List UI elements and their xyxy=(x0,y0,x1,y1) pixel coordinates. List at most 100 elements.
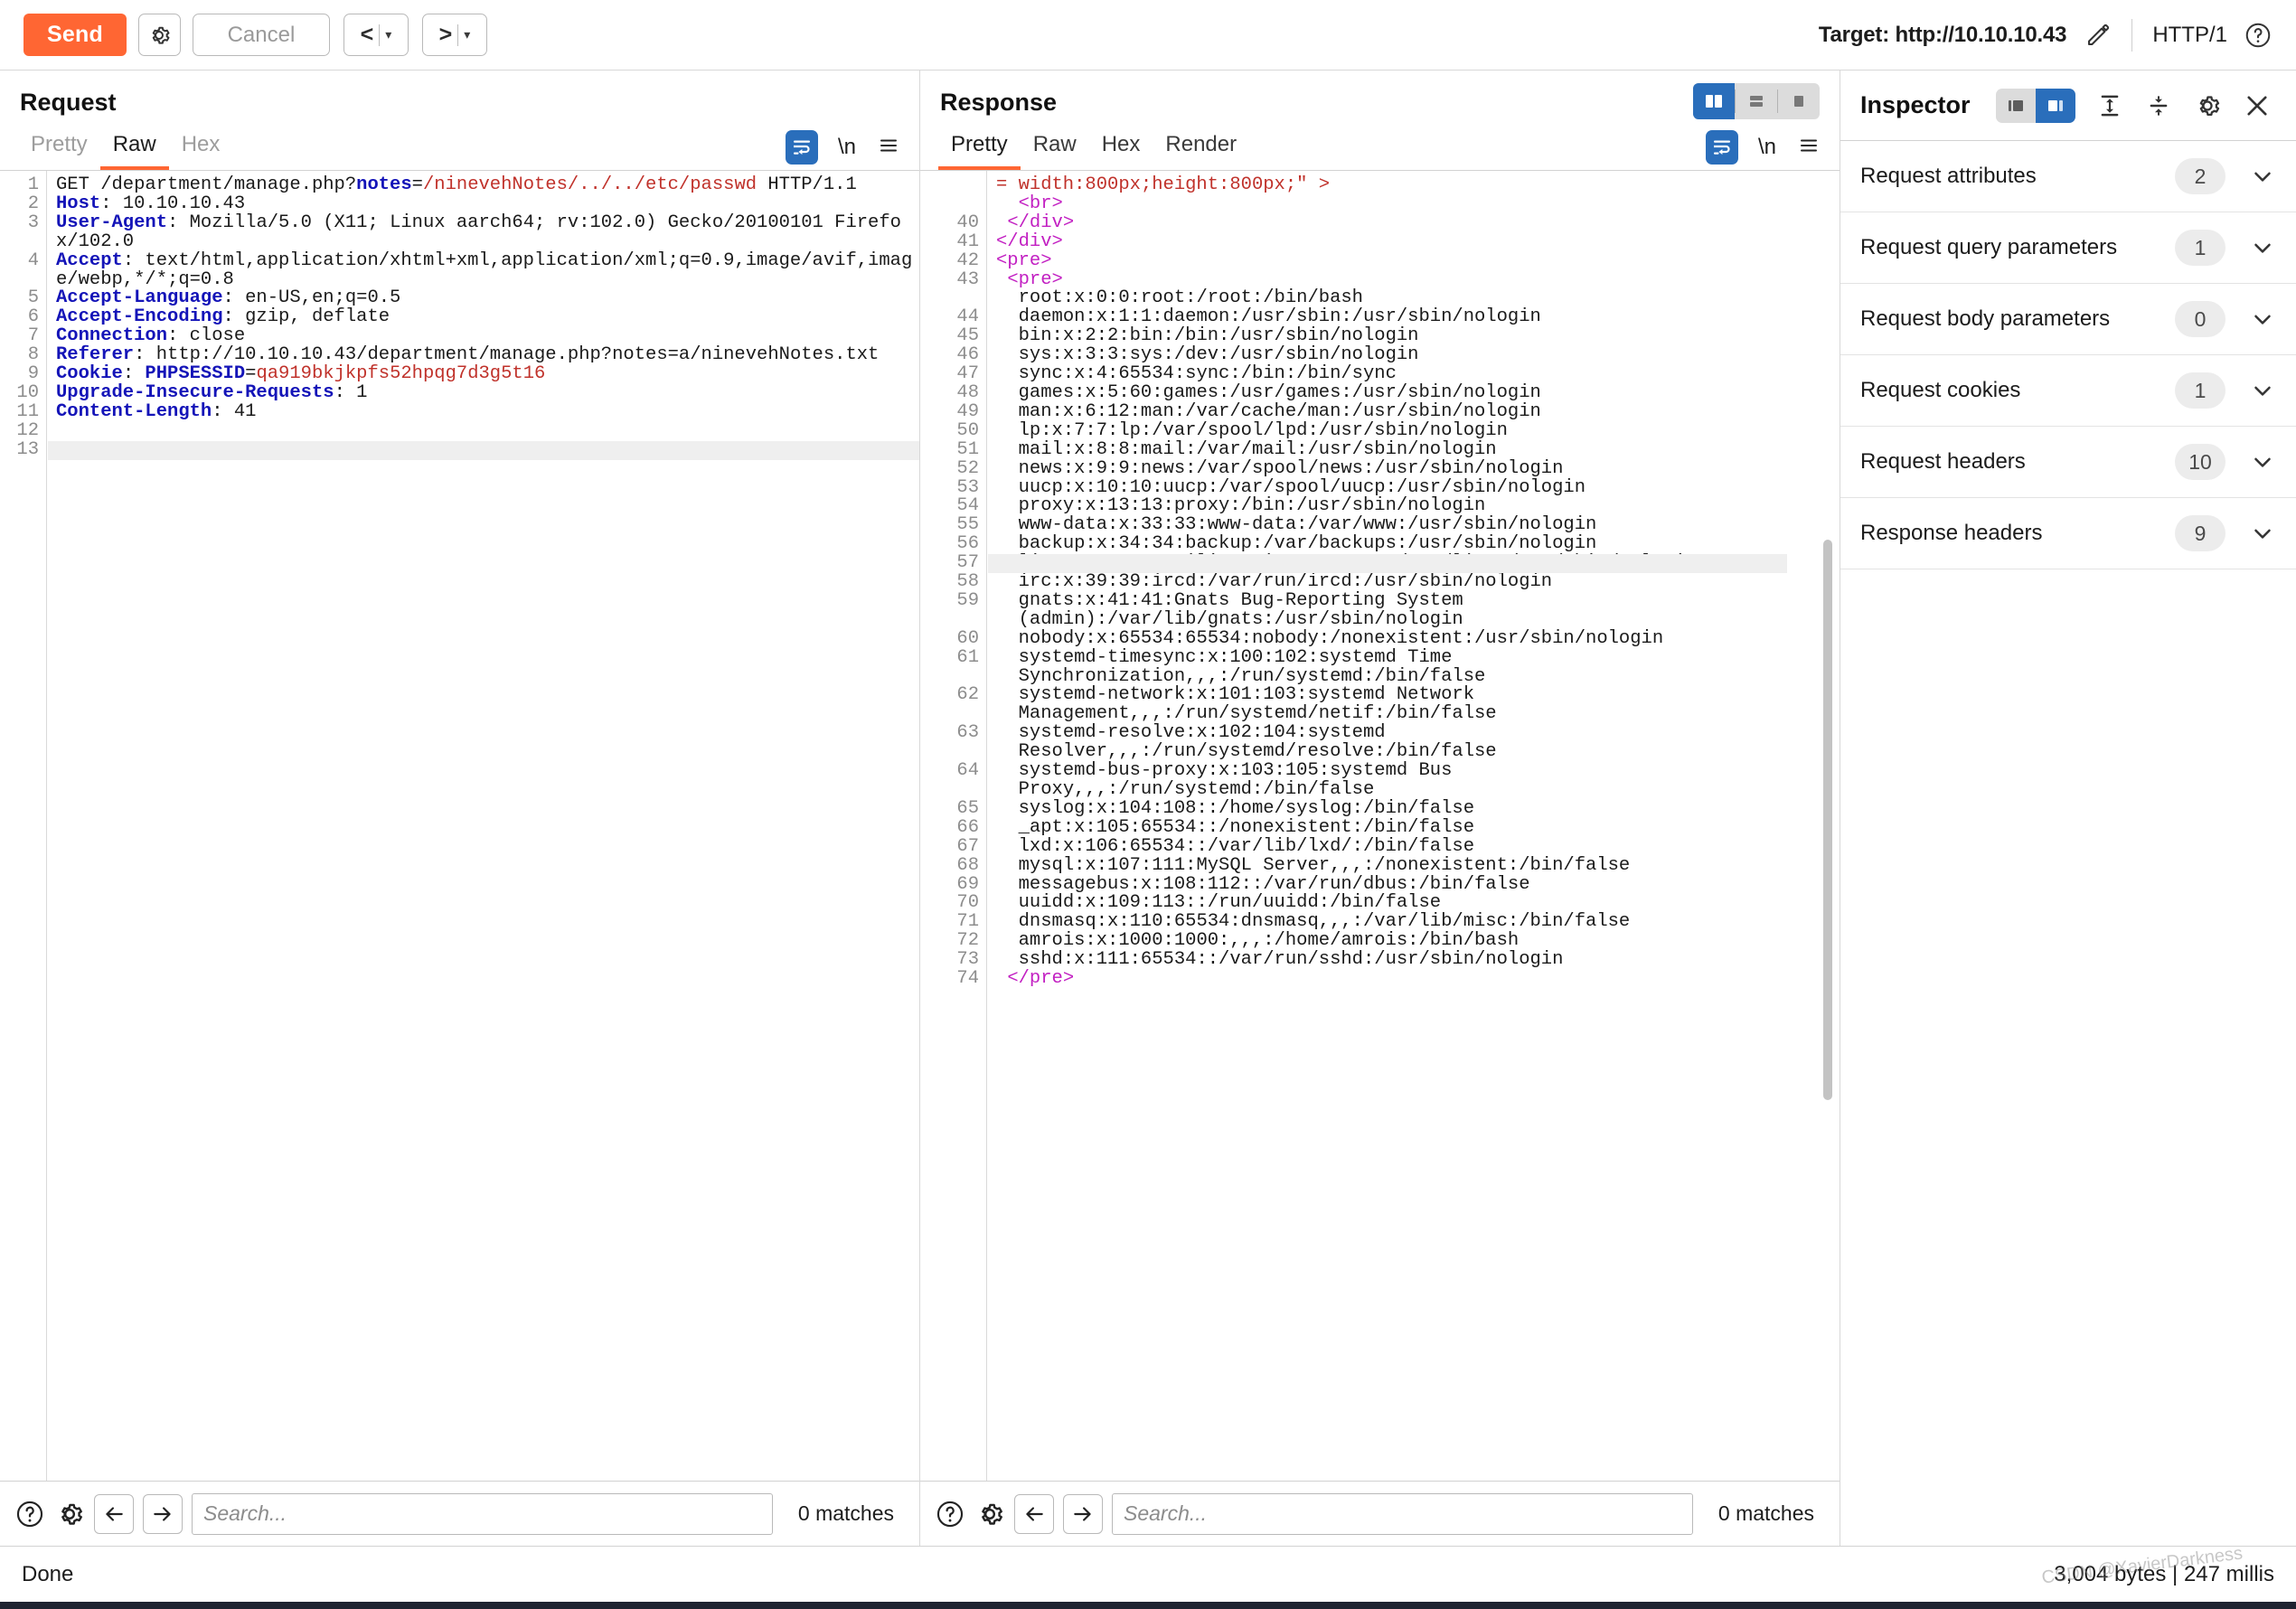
response-metrics: 3,004 bytes | 247 millis xyxy=(2054,1561,2274,1586)
header-name: Content-Length xyxy=(56,400,212,422)
send-settings-button[interactable] xyxy=(137,14,181,56)
tab-request-raw[interactable]: Raw xyxy=(99,127,169,170)
header-name: Accept-Language xyxy=(56,287,223,309)
expand-all-button[interactable] xyxy=(2144,91,2173,120)
chevron-down-icon[interactable] xyxy=(2249,377,2276,404)
code-line: Accept: text/html,application/xhtml+xml,… xyxy=(56,249,919,290)
response-scrollbar[interactable] xyxy=(1823,178,1832,1473)
response-editor[interactable]: 40 41 42 43 44 45 46 47 48 49 50 51 52 53 54 55 56 57 58 59… xyxy=(920,171,1840,1481)
line-number xyxy=(920,289,979,308)
show-newlines-button[interactable]: \n xyxy=(838,135,856,160)
code-text: backup:x:34:34:backup:/var/backups:/usr/… xyxy=(996,533,1597,555)
inspector-settings-button[interactable] xyxy=(2193,91,2222,120)
inspector-section-request-query-parameters[interactable]: Request query parameters 1 xyxy=(1840,212,2296,284)
line-number: 47 xyxy=(956,363,979,385)
tab-request-hex[interactable]: Hex xyxy=(169,127,233,170)
code-text: GET /department/manage.php? xyxy=(56,174,357,195)
code-line: Cookie: PHPSESSID=qa919bkjkpfs52hpqg7d3g… xyxy=(56,364,919,384)
inspector-section-request-body-parameters[interactable]: Request body parameters 0 xyxy=(1840,284,2296,355)
chevron-down-icon[interactable] xyxy=(2249,163,2276,190)
response-show-newlines-button[interactable]: \n xyxy=(1758,135,1776,160)
line-number xyxy=(920,743,979,762)
code-text: sys:x:3:3:sys:/dev:/usr/sbin/nologin xyxy=(996,344,1419,366)
code-line: systemd-timesync:x:100:102:systemd Time xyxy=(996,646,1840,668)
chevron-left-icon: < xyxy=(360,22,374,47)
split-vertical-view-button[interactable] xyxy=(1693,83,1735,119)
code-line: uucp:x:10:10:uucp:/var/spool/uucp:/usr/s… xyxy=(996,478,1840,498)
code-line: (admin):/var/lib/gnats:/usr/sbin/nologin xyxy=(996,610,1840,630)
code-text: Management,,,:/run/systemd/netif:/bin/fa… xyxy=(996,703,1497,725)
code-text: : http://10.10.10.43/department/manage.p… xyxy=(134,344,880,366)
code-text: systemd-bus-proxy:x:103:105:systemd Bus xyxy=(996,760,1453,782)
chevron-down-icon[interactable] xyxy=(2249,520,2276,547)
response-search-next-button[interactable] xyxy=(1063,1493,1103,1534)
tab-response-pretty[interactable]: Pretty xyxy=(938,127,1021,170)
request-raw-text[interactable]: GET /department/manage.php?notes=/nineve… xyxy=(47,171,919,1481)
code-line: </pre> xyxy=(996,968,1840,989)
cancel-button[interactable]: Cancel xyxy=(192,14,330,56)
split-horizontal-view-button[interactable] xyxy=(1736,83,1777,119)
word-wrap-icon xyxy=(1713,140,1730,155)
code-line: </div> xyxy=(996,232,1840,252)
tab-response-raw[interactable]: Raw xyxy=(1021,127,1089,170)
code-line: syslog:x:104:108::/home/syslog:/bin/fals… xyxy=(996,799,1840,819)
tab-response-render[interactable]: Render xyxy=(1153,127,1249,170)
request-menu-button[interactable] xyxy=(876,135,901,161)
response-search-help-button[interactable] xyxy=(935,1499,965,1529)
header-value: /ninevehNotes/../../etc/passwd xyxy=(422,174,757,195)
next-request-button[interactable]: > ▾ xyxy=(421,14,487,56)
response-scrollbar-thumb[interactable] xyxy=(1823,540,1832,1100)
line-number: 60 xyxy=(956,627,979,649)
code-text: man:x:6:12:man:/var/cache/man:/usr/sbin/… xyxy=(996,400,1541,422)
chevron-down-icon[interactable] xyxy=(2249,306,2276,333)
line-number: 53 xyxy=(956,476,979,498)
inspector-docked-right-button[interactable] xyxy=(2035,88,2075,123)
response-word-wrap-toggle[interactable] xyxy=(1705,130,1738,165)
response-search-settings-button[interactable] xyxy=(974,1499,1005,1529)
line-number: 73 xyxy=(956,949,979,971)
response-search-prev-button[interactable] xyxy=(1014,1493,1054,1534)
response-menu-button[interactable] xyxy=(1796,135,1821,161)
request-search-settings-button[interactable] xyxy=(54,1499,85,1529)
code-text: messagebus:x:108:112::/var/run/dbus:/bin… xyxy=(996,873,1530,895)
line-number: 57 xyxy=(956,552,979,574)
line-number: 58 xyxy=(956,571,979,593)
request-editor[interactable]: 1 2 3 4 5 6 7 8 9 10 11 12 13 GET /department/manage… xyxy=(0,171,919,1481)
chevron-down-icon[interactable] xyxy=(2249,448,2276,475)
request-search-prev-button[interactable] xyxy=(94,1493,134,1534)
header-name: Connection xyxy=(56,325,168,347)
header-name: User-Agent xyxy=(56,212,168,233)
request-search-help-button[interactable] xyxy=(14,1499,45,1529)
inspector-close-button[interactable] xyxy=(2242,90,2272,121)
code-line: systemd-bus-proxy:x:103:105:systemd Bus xyxy=(996,760,1840,782)
header-name: Accept xyxy=(56,249,123,271)
code-line: lp:x:7:7:lp:/var/spool/lpd:/usr/sbin/nol… xyxy=(996,421,1840,441)
inspector-docked-left-button[interactable] xyxy=(1996,89,2036,123)
request-search-input[interactable] xyxy=(192,1492,773,1535)
previous-request-button[interactable]: < ▾ xyxy=(343,14,409,56)
code-text: : 41 xyxy=(212,400,257,422)
inspector-section-response-headers[interactable]: Response headers 9 xyxy=(1840,498,2296,569)
hamburger-menu-icon xyxy=(880,139,897,151)
inspector-section-request-headers[interactable]: Request headers 10 xyxy=(1840,427,2296,498)
code-text: </div> xyxy=(1007,212,1075,233)
help-button[interactable] xyxy=(2244,21,2272,50)
response-search-matches: 0 matches xyxy=(1717,1501,1814,1525)
word-wrap-toggle[interactable] xyxy=(785,130,818,165)
chevron-down-icon[interactable] xyxy=(2249,234,2276,261)
line-number: 51 xyxy=(956,438,979,460)
tab-request-pretty[interactable]: Pretty xyxy=(18,127,100,170)
send-button[interactable]: Send xyxy=(24,14,127,56)
request-search-next-button[interactable] xyxy=(143,1493,183,1534)
inspector-section-request-cookies[interactable]: Request cookies 1 xyxy=(1840,355,2296,427)
edit-target-button[interactable] xyxy=(2084,22,2112,49)
response-pretty-text[interactable]: = width:800px;height:800px;" > <br> </di… xyxy=(987,171,1840,1481)
response-search-input[interactable] xyxy=(1112,1492,1693,1535)
single-pane-view-button[interactable] xyxy=(1778,83,1820,119)
collapse-all-button[interactable] xyxy=(2095,91,2124,120)
code-text: systemd-timesync:x:100:102:systemd Time xyxy=(996,646,1453,668)
tab-response-hex[interactable]: Hex xyxy=(1089,127,1153,170)
target-label: Target: http://10.10.10.43 xyxy=(1818,22,2067,47)
inspector-section-request-attributes[interactable]: Request attributes 2 xyxy=(1840,141,2296,212)
